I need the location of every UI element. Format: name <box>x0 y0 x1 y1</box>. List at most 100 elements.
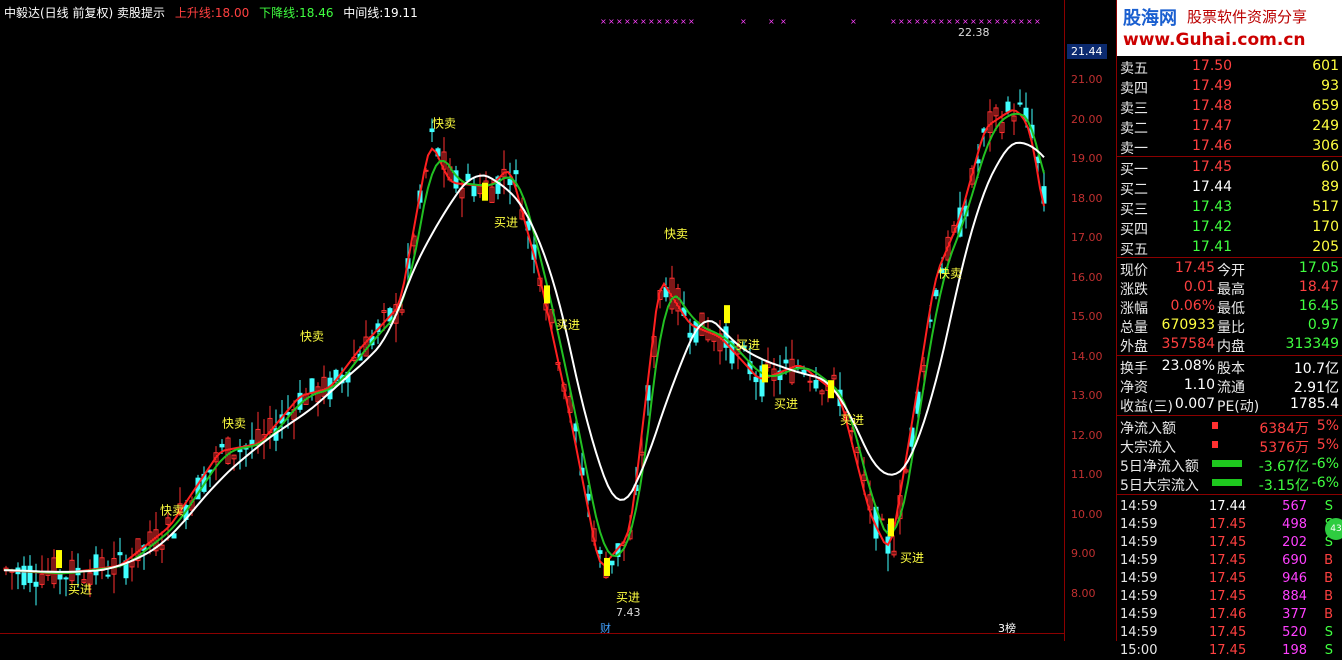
price-axis[interactable]: 21.44 21.00 20.00 19.00 18.00 17.00 16.00 15.0… <box>1064 0 1117 641</box>
sell-label: 快卖 <box>222 417 246 431</box>
quote-panel: 股海网 股票软件资源分享 www.Guhai.com.cn 卖五 17.50 601… <box>1116 0 1342 658</box>
ask-row[interactable]: 卖一 17.46 306 <box>1117 137 1342 157</box>
bid-price: 17.42 <box>1192 219 1233 235</box>
site-logo[interactable]: 股海网 股票软件资源分享 www.Guhai.com.cn <box>1117 0 1342 56</box>
trade-time: 14:59 <box>1120 589 1158 604</box>
trade-row[interactable]: 14:5917.45498S <box>1117 516 1342 534</box>
ask-price: 17.50 <box>1192 58 1233 74</box>
stat-label-pe: PE(动) <box>1217 399 1260 415</box>
ask-volume: 306 <box>1312 138 1339 154</box>
trade-side: B <box>1324 571 1333 586</box>
order-book-divider <box>1117 156 1342 157</box>
bid-row[interactable]: 买二 17.44 89 <box>1117 178 1342 198</box>
top-signal-mark: × <box>1026 17 1033 26</box>
top-signal-mark: × <box>898 17 905 26</box>
trade-time: 14:59 <box>1120 607 1158 622</box>
candle-body <box>117 552 123 556</box>
trade-time: 14:59 <box>1120 535 1158 550</box>
quote-label-xianjia: 现价 <box>1120 263 1148 279</box>
ask-row[interactable]: 卖五 17.50 601 <box>1117 57 1342 77</box>
top-signal-mark: × <box>780 17 787 26</box>
stats-row: 换手 23.08% 股本 10.7亿 <box>1117 357 1342 377</box>
flow-pct: 5% <box>1316 437 1339 453</box>
candle-body <box>33 581 39 587</box>
flow-value: 5376万 <box>1259 440 1309 456</box>
ask-volume: 659 <box>1312 98 1339 114</box>
trade-price: 17.45 <box>1209 553 1247 568</box>
flow-pct: -6% <box>1311 456 1339 472</box>
stock-name: 中毅达(日线 前复权) 卖股提示 <box>4 6 165 20</box>
bid-label: 买一 <box>1120 162 1148 178</box>
top-signal-mark: × <box>664 17 671 26</box>
sell-label: 快卖 <box>160 504 184 518</box>
top-signal-mark: × <box>624 17 631 26</box>
down-line-value: 18.46 <box>299 6 334 20</box>
price-tick: 18.00 <box>1071 191 1103 205</box>
mid-line-value: 19.11 <box>383 6 418 20</box>
buy-label: 买进 <box>774 397 798 411</box>
stat-value-huanshou: 23.08% <box>1161 358 1215 374</box>
trade-row[interactable]: 14:59 17.45 202 S <box>1117 534 1342 552</box>
trade-volume: 198 <box>1282 643 1307 658</box>
bid-row[interactable]: 买四 17.42 170 <box>1117 218 1342 238</box>
bid-row[interactable]: 买一 17.45 60 <box>1117 158 1342 178</box>
kline-chart[interactable]: 买进 买进 买进 买进 买进 买进 买进 买进 快卖 快卖 快卖 快卖 快卖 快卖 22.38 7.43 财 3榜… <box>0 0 1064 641</box>
bid-row[interactable]: 买三 17.43 517 <box>1117 198 1342 218</box>
candle-body <box>219 443 225 448</box>
trade-volume: 498 <box>1282 517 1307 532</box>
trade-row[interactable]: 14:59 17.45 520 S <box>1117 624 1342 642</box>
up-line-label: 上升线: <box>174 6 215 20</box>
ask-row[interactable]: 卖二 17.47 249 <box>1117 117 1342 137</box>
trade-row[interactable]: 15:00 17.45 198 S <box>1117 642 1342 660</box>
top-signal-mark: × <box>672 17 679 26</box>
ask-row[interactable]: 卖三 17.48 659 <box>1117 97 1342 117</box>
trade-volume: 520 <box>1282 625 1307 640</box>
trade-volume: 202 <box>1282 535 1307 550</box>
kline-svg[interactable]: 买进买进买进买进买进买进买进买进快卖快卖快卖快卖快卖快卖22.387.43财 3榜… <box>0 0 1064 641</box>
flow-bar <box>1212 460 1242 467</box>
price-tick: 8.00 <box>1071 586 1096 600</box>
top-signal-mark: × <box>946 17 953 26</box>
candle-body <box>753 376 759 383</box>
stat-value-liutong: 2.91亿 <box>1293 380 1339 396</box>
top-signal-mark: × <box>994 17 1001 26</box>
trade-price: 17.45 <box>1209 643 1247 658</box>
flow-bar <box>1212 441 1218 448</box>
ask-label: 卖五 <box>1120 61 1148 77</box>
top-signal-mark: × <box>680 17 687 26</box>
trade-row[interactable]: 14:59 17.45 884 B <box>1117 588 1342 606</box>
quote-row: 总量 670933 量比 0.97 <box>1117 316 1342 336</box>
candle-body <box>1017 102 1023 105</box>
candle-body <box>597 550 603 554</box>
bid-row[interactable]: 买五 17.41 205 <box>1117 238 1342 258</box>
top-signal-mark: × <box>962 17 969 26</box>
trade-row[interactable]: 14:59 17.45 690 B <box>1117 552 1342 570</box>
buy-bar <box>762 364 768 383</box>
flow-row: 5日净流入额 -3.67亿 -6% <box>1117 455 1342 475</box>
buy-bar <box>724 305 730 324</box>
logo-slogan: 股票软件资源分享 <box>1187 8 1308 26</box>
top-signal-mark: × <box>648 17 655 26</box>
buy-label: 买进 <box>494 215 518 229</box>
status-badge[interactable]: 43 <box>1325 518 1342 540</box>
ask-price: 17.48 <box>1192 98 1233 114</box>
quote-value-zongliang: 670933 <box>1161 317 1215 333</box>
ask-volume: 249 <box>1312 118 1339 134</box>
flow-value: 6384万 <box>1259 421 1309 437</box>
flow-value: -3.15亿 <box>1258 478 1309 494</box>
trade-row[interactable]: 14:59 17.46 377 B <box>1117 606 1342 624</box>
flow-label: 净流入额 <box>1120 421 1176 437</box>
trade-row[interactable]: 14:59 17.44 567 S <box>1117 498 1342 516</box>
bid-price: 17.43 <box>1192 199 1233 215</box>
trade-price: 17.45 <box>1209 625 1247 640</box>
quote-label-zuigao: 最高 <box>1217 282 1245 298</box>
trade-row[interactable]: 14:59 17.45 946 B <box>1117 570 1342 588</box>
ask-row[interactable]: 卖四 17.49 93 <box>1117 77 1342 97</box>
stat-value-shouyi: 0.007 <box>1174 396 1215 412</box>
bid-label: 买三 <box>1120 202 1148 218</box>
candle-body <box>783 359 789 364</box>
candle-body <box>309 378 315 394</box>
candle-body <box>933 289 939 297</box>
trade-time: 14:59 <box>1120 553 1158 568</box>
top-signal-mark: × <box>978 17 985 26</box>
